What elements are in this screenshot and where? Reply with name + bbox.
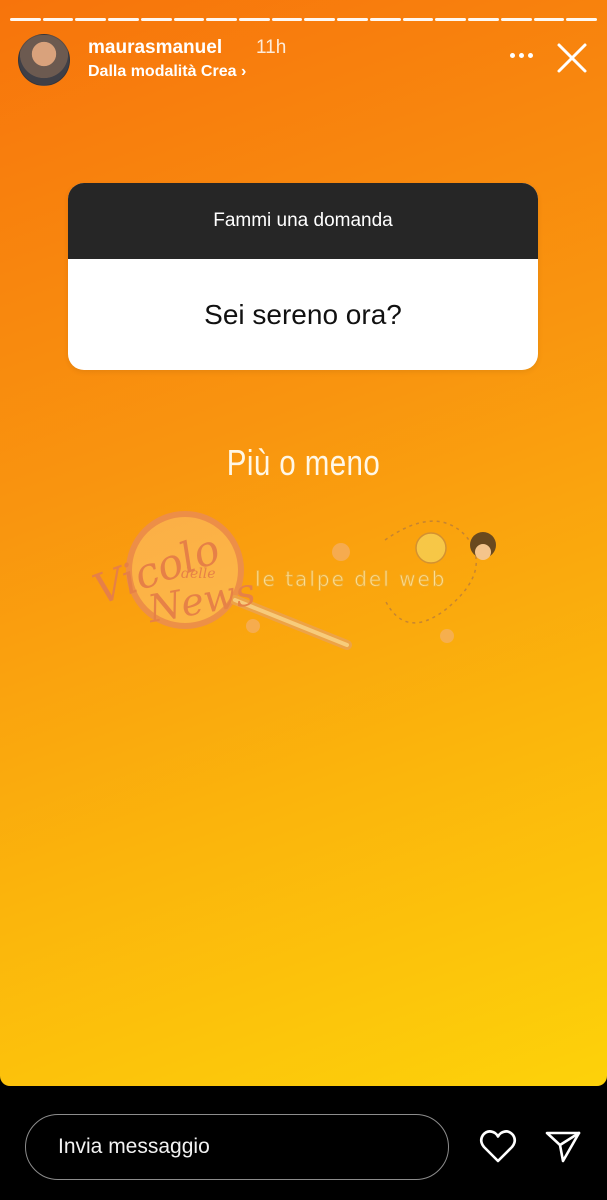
post-time: 11h bbox=[256, 37, 287, 58]
progress-segment bbox=[500, 18, 532, 21]
question-text: Sei sereno ora? bbox=[204, 298, 402, 330]
story-footer: Invia messaggio bbox=[0, 1086, 607, 1200]
answer-text: Più o meno bbox=[226, 442, 381, 483]
progress-segment bbox=[337, 18, 368, 21]
send-icon[interactable] bbox=[543, 1127, 583, 1167]
progress-segment bbox=[206, 18, 238, 21]
progress-segment bbox=[10, 18, 41, 21]
progress-segment bbox=[140, 18, 172, 21]
watermark: Vicolo delle News le talpe del web bbox=[87, 511, 496, 650]
story-header: maurasmanuel 11h Dalla modalità Crea › bbox=[18, 34, 589, 86]
avatar[interactable] bbox=[18, 34, 70, 86]
more-icon[interactable] bbox=[505, 40, 537, 70]
progress-segment bbox=[369, 18, 401, 21]
progress-segment bbox=[402, 18, 434, 21]
progress-segment bbox=[566, 18, 597, 21]
story-progress-bar bbox=[10, 18, 597, 21]
close-icon[interactable] bbox=[555, 41, 589, 75]
watermark-brand2: le talpe del web bbox=[255, 567, 447, 591]
progress-segment bbox=[239, 18, 270, 21]
progress-segment bbox=[533, 18, 565, 21]
create-mode-link[interactable]: Dalla modalità Crea › bbox=[88, 63, 246, 81]
question-prompt: Fammi una domanda bbox=[68, 183, 538, 259]
message-input[interactable]: Invia messaggio bbox=[25, 1114, 449, 1180]
username[interactable]: maurasmanuel bbox=[88, 37, 222, 59]
heart-icon[interactable] bbox=[478, 1127, 518, 1167]
progress-segment bbox=[271, 18, 303, 21]
question-sticker[interactable]: Fammi una domanda Sei sereno ora? bbox=[68, 183, 538, 370]
create-mode-label: Dalla modalità Crea bbox=[88, 63, 237, 80]
progress-segment bbox=[75, 18, 107, 21]
chevron-right-icon: › bbox=[240, 63, 247, 80]
progress-segment bbox=[173, 18, 205, 21]
progress-segment bbox=[468, 18, 499, 21]
progress-segment bbox=[108, 18, 139, 21]
message-placeholder: Invia messaggio bbox=[58, 1135, 210, 1158]
progress-segment bbox=[435, 18, 467, 21]
story-view[interactable]: maurasmanuel 11h Dalla modalità Crea › F… bbox=[0, 0, 607, 1086]
progress-segment bbox=[304, 18, 336, 21]
progress-segment bbox=[42, 18, 74, 21]
